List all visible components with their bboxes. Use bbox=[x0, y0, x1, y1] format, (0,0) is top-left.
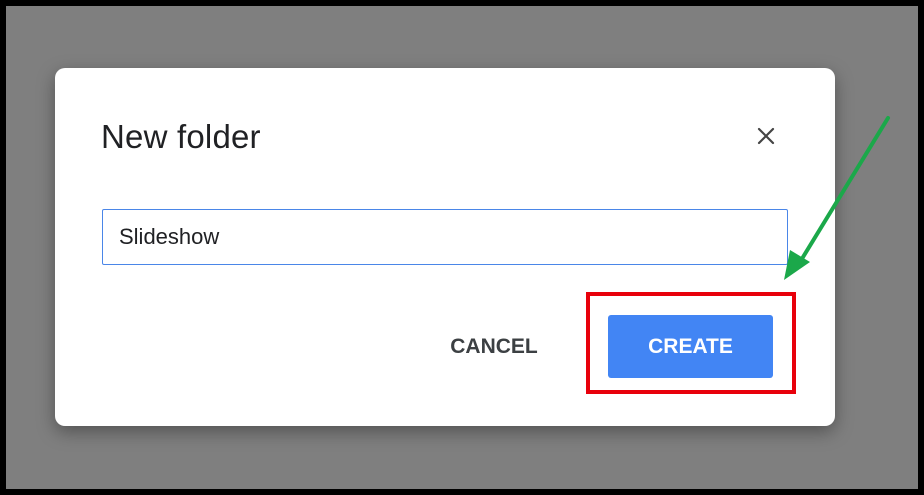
cancel-button[interactable]: CANCEL bbox=[429, 319, 559, 375]
folder-name-input[interactable] bbox=[102, 209, 788, 265]
close-button[interactable] bbox=[750, 120, 782, 152]
create-button[interactable]: CREATE bbox=[608, 315, 773, 378]
new-folder-dialog: New folder CANCEL CREATE bbox=[55, 68, 835, 426]
close-icon bbox=[757, 127, 775, 145]
dialog-title: New folder bbox=[101, 118, 261, 155]
